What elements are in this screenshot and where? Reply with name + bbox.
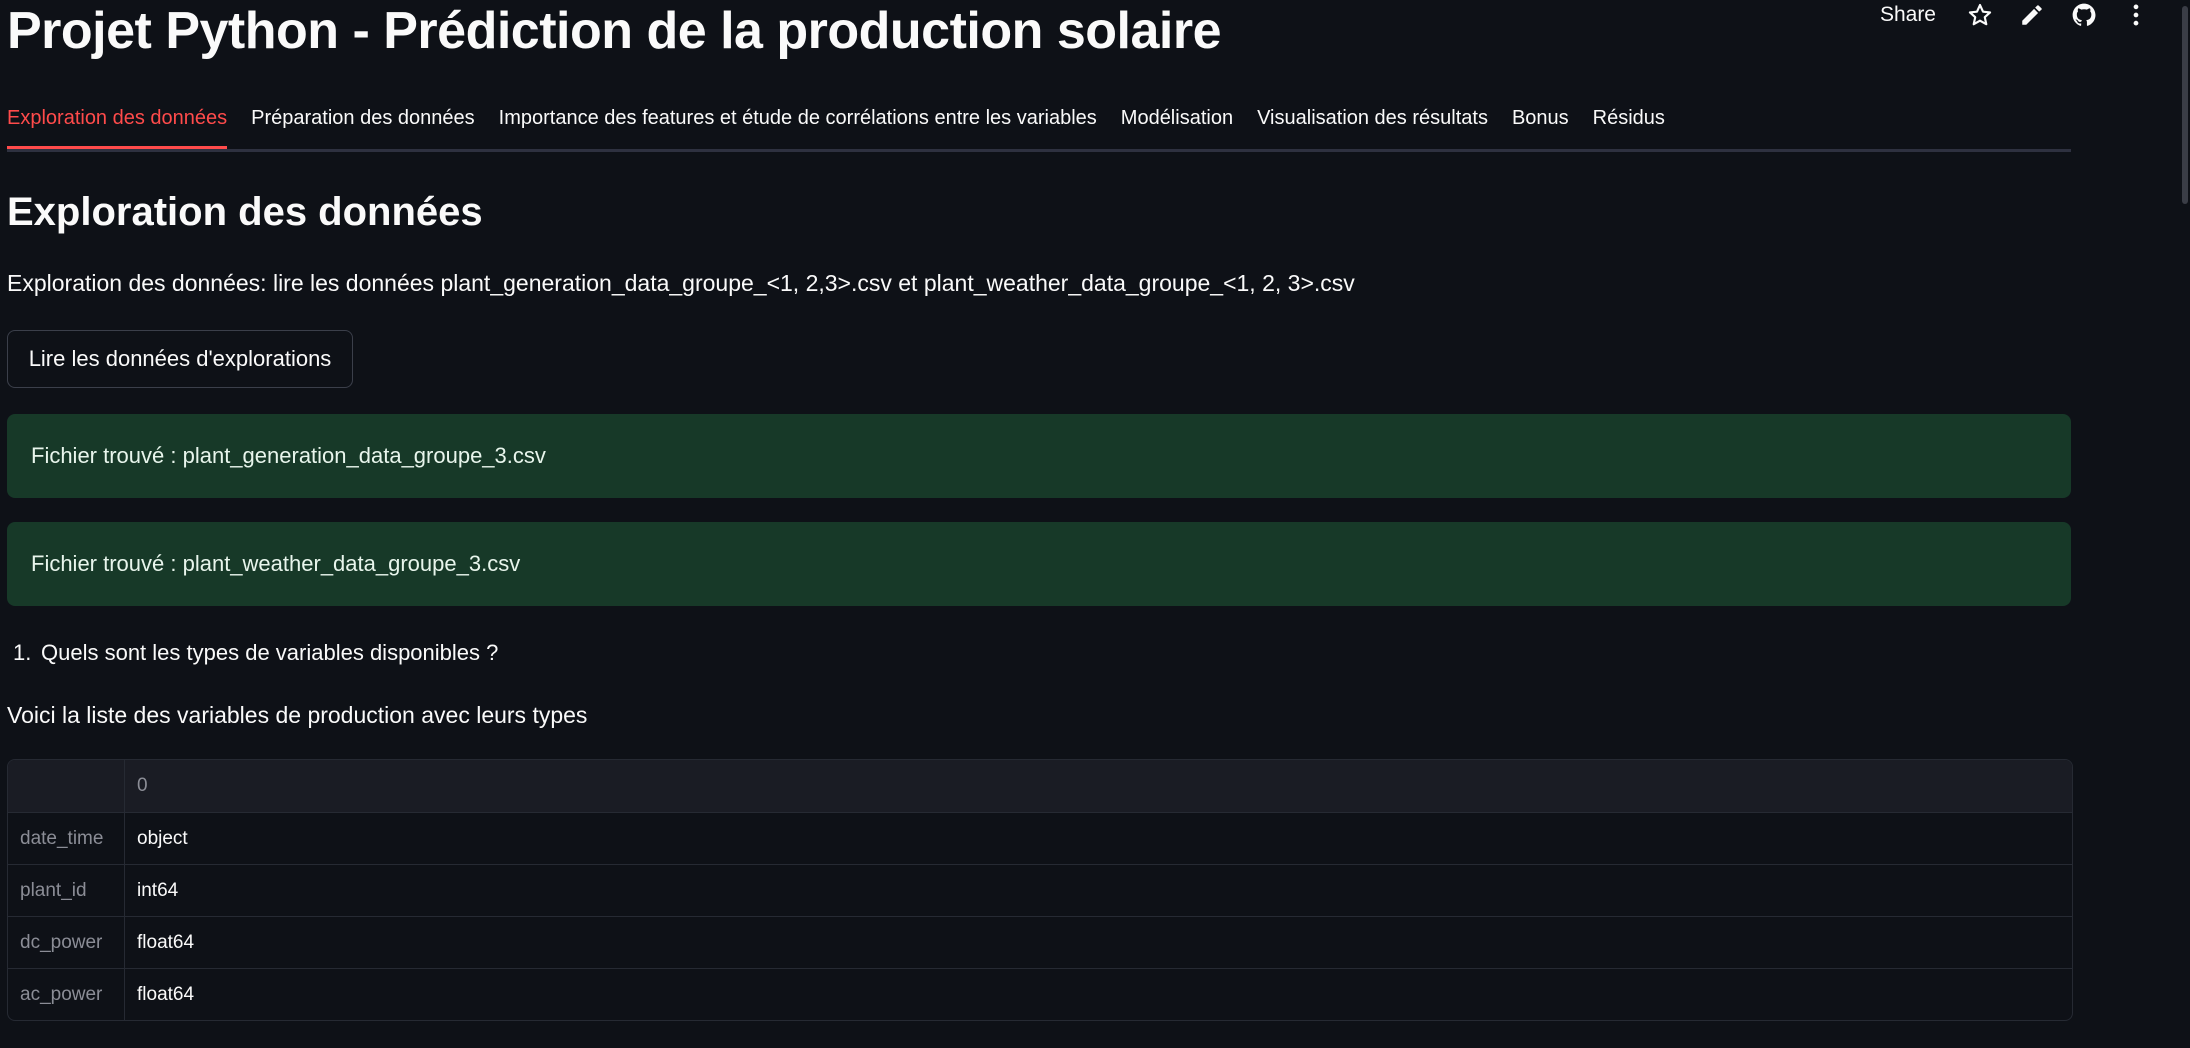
question-text: Quels sont les types de variables dispon… [41,640,499,665]
section-intro: Exploration des données: lire les donnée… [7,270,1355,296]
table-row: ac_power float64 [8,968,2073,1021]
table-cell[interactable]: float64 [125,969,2073,1021]
more-vertical-icon[interactable] [2110,0,2162,30]
table-header-row: 0 [8,760,2072,813]
app-title: Projet Python - Prédiction de la product… [7,2,1222,60]
index-header-cell [8,760,125,813]
table-cell[interactable]: float64 [124,916,2072,969]
table-cell[interactable]: object [124,812,2072,865]
tab-visualisation[interactable]: Visualisation des résultats [1257,96,1488,146]
table-caption: Voici la liste des variables de producti… [7,702,588,728]
question-list-item: 1. Quels sont les types de variables disp… [13,640,498,666]
success-alert-generation: Fichier trouvé : plant_generation_data_g… [7,414,2071,498]
main-content: Projet Python - Prédiction de la product… [7,0,2073,1021]
table-cell[interactable]: int64 [124,864,2072,917]
tab-features-correlations[interactable]: Importance des features et étude de corr… [499,96,1097,146]
alert-text: Fichier trouvé : plant_generation_data_g… [31,443,546,468]
section-title: Exploration des données [7,190,483,234]
row-index: date_time [8,812,125,865]
success-alert-weather: Fichier trouvé : plant_weather_data_grou… [7,522,2071,606]
row-index: ac_power [8,968,125,1020]
tab-preparation[interactable]: Préparation des données [251,96,475,146]
tab-bonus[interactable]: Bonus [1512,96,1569,146]
tab-modelisation[interactable]: Modélisation [1121,96,1233,146]
column-header[interactable]: 0 [124,760,2072,813]
table-row: dc_power float64 [8,916,2072,969]
alert-text: Fichier trouvé : plant_weather_data_grou… [31,551,521,576]
scrollbar-thumb[interactable] [2182,6,2188,204]
dataframe-table[interactable]: 0 date_time object plant_id int64 dc_pow… [7,759,2073,1021]
row-index: dc_power [8,916,125,969]
read-data-button[interactable]: Lire les données d'explorations [7,330,353,388]
table-row: plant_id int64 [8,864,2072,917]
row-index: plant_id [8,864,125,917]
tab-exploration[interactable]: Exploration des données [7,96,228,149]
tab-residus[interactable]: Résidus [1593,96,1665,146]
list-number: 1. [13,640,32,665]
table-row: date_time object [8,812,2072,865]
tab-bar: Exploration des données Préparation des … [7,96,2071,152]
page-scrollbar[interactable] [2178,0,2190,1048]
